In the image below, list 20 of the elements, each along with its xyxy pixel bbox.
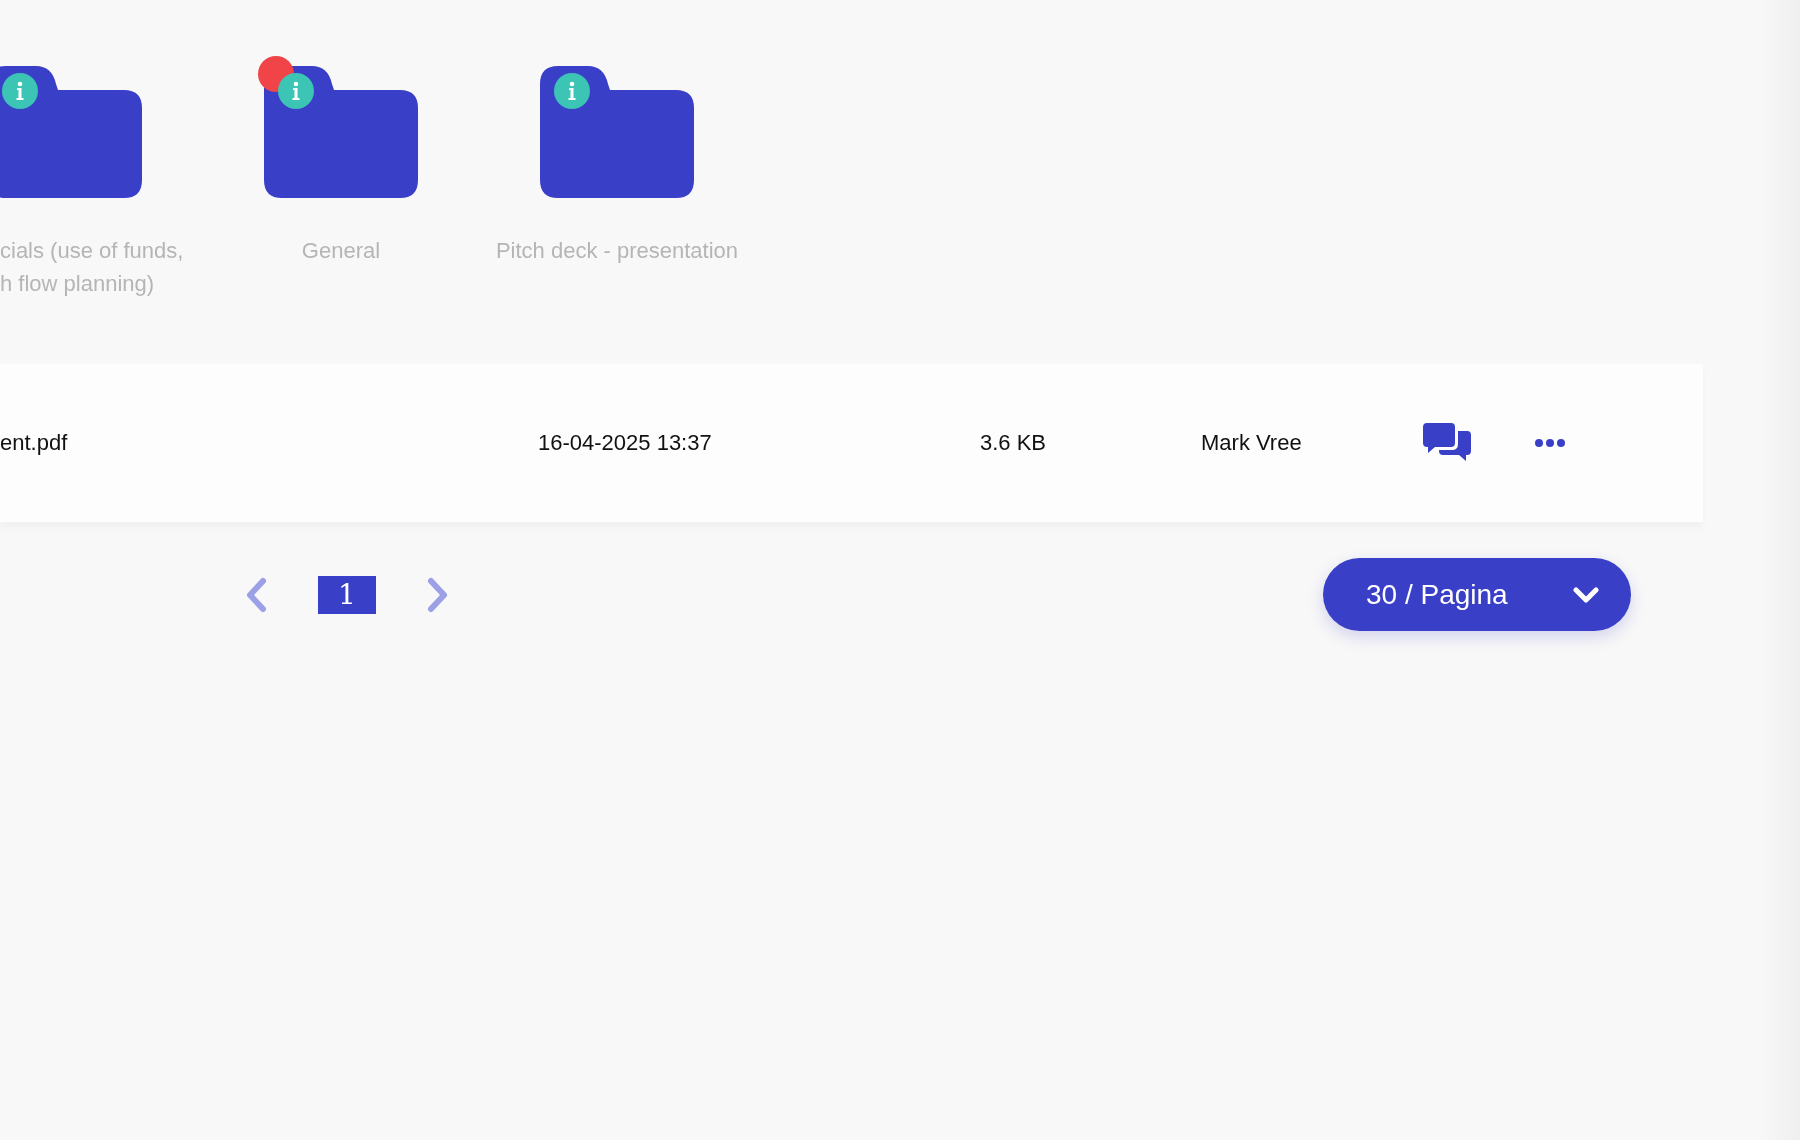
file-name: ent.pdf [0,430,69,456]
page-button[interactable]: 1 [318,575,376,614]
more-icon[interactable] [1534,438,1566,448]
owner-name: Mark Vree [1201,430,1303,456]
folder-label: h flow planning) [0,270,155,298]
folder-label: General [301,237,381,265]
folder-label: Pitch deck - presentation [495,237,739,265]
folder-label: cials (use of funds, [0,237,184,265]
info-icon[interactable] [2,73,38,109]
folder-icon[interactable] [0,66,142,198]
info-icon[interactable] [278,73,314,109]
file-size: 3.6 KB [980,430,1048,456]
folder-icon[interactable] [264,66,418,198]
info-icon[interactable] [554,73,590,109]
chat-icon[interactable] [1423,423,1471,463]
folder-icon[interactable] [540,66,694,198]
file-row[interactable]: ent.pdf 16-04-2025 13:37 3.6 KB Mark Vree [0,364,1703,522]
modified-date: 16-04-2025 13:37 [538,430,713,456]
per-page-dropdown[interactable]: 30 / Pagina [1323,558,1631,631]
chevron-down-icon [1573,585,1599,604]
